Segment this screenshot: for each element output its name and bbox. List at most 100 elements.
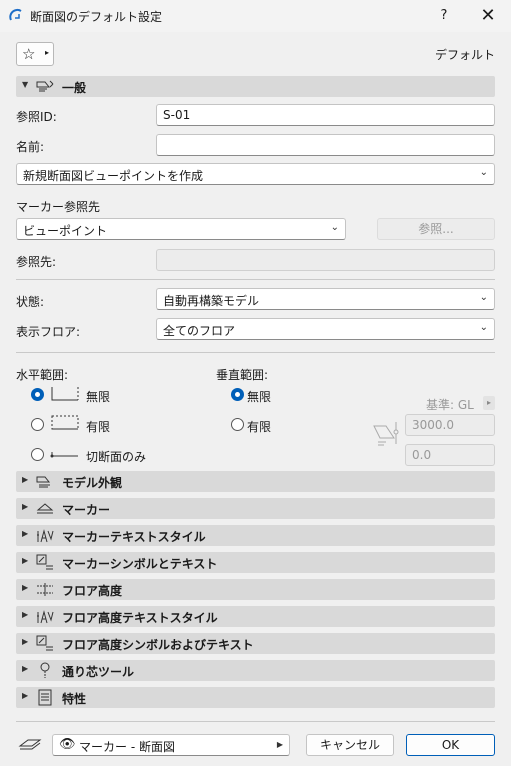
general-settings-icon bbox=[36, 80, 54, 92]
window-title: 断面図のデフォルト設定 bbox=[30, 10, 163, 24]
marker-ref-label: マーカー参照先 bbox=[16, 200, 101, 214]
cancel-button[interactable]: キャンセル bbox=[306, 734, 394, 756]
chevron-right-icon: ▶ bbox=[22, 556, 29, 565]
default-label: デフォルト bbox=[434, 48, 495, 62]
favorites-button[interactable]: ☆ ▸ bbox=[16, 42, 54, 66]
section-header-properties[interactable]: ▶ 特性 bbox=[16, 687, 495, 708]
viewpoint-select[interactable]: 新規断面図ビューポイントを作成 ⌄ bbox=[16, 163, 495, 185]
properties-icon bbox=[38, 689, 52, 706]
panel-label: 特性 bbox=[62, 692, 87, 706]
floor-level-icon bbox=[37, 583, 53, 596]
section-header-floor-level-symbol-text[interactable]: ▶ フロア高度シンボルおよびテキスト bbox=[16, 633, 495, 654]
infinite-range-icon bbox=[51, 387, 79, 401]
marker-ref-select-value: ビューポイント bbox=[23, 224, 108, 238]
limited-range-icon bbox=[51, 415, 79, 430]
section-header-floor-level-text-style[interactable]: ▶ フロア高度テキストスタイル bbox=[16, 606, 495, 627]
star-icon: ☆ bbox=[22, 45, 36, 63]
help-button[interactable]: ? bbox=[430, 4, 458, 28]
chevron-right-icon: ▶ bbox=[22, 475, 29, 484]
section-tool-icon bbox=[9, 8, 22, 21]
chevron-right-icon: ▶ bbox=[22, 664, 29, 673]
status-select-value: 自動再構築モデル bbox=[163, 294, 260, 308]
layer-icon bbox=[18, 739, 42, 750]
ref-id-label: 参照ID: bbox=[16, 110, 57, 124]
layer-select[interactable]: 👁 マーカー - 断面図 ▶ bbox=[52, 734, 290, 756]
chevron-right-icon: ▶ bbox=[22, 529, 29, 538]
vertical-range-label: 垂直範囲: bbox=[216, 368, 269, 382]
name-label: 名前: bbox=[16, 140, 45, 154]
display-floor-label: 表示フロア: bbox=[16, 325, 81, 339]
h-limited-label: 有限 bbox=[86, 420, 111, 434]
base-label: 基準: GL bbox=[426, 398, 474, 412]
section-header-floor-level[interactable]: ▶ フロア高度 bbox=[16, 579, 495, 600]
chevron-down-icon: ⌄ bbox=[479, 292, 488, 303]
section-header-general[interactable]: ▼ 一般 bbox=[16, 76, 495, 97]
ref-to-label: 参照先: bbox=[16, 255, 57, 269]
chevron-down-icon: ⌄ bbox=[479, 167, 488, 178]
horizontal-range-label: 水平範囲: bbox=[16, 368, 69, 382]
divider bbox=[16, 279, 495, 280]
ref-to-field bbox=[156, 249, 495, 271]
section-header-grid-tool[interactable]: ▶ 通り芯ツール bbox=[16, 660, 495, 681]
h-cut-only-radio[interactable] bbox=[31, 448, 44, 461]
chevron-right-icon: ▶ bbox=[22, 502, 29, 511]
title-bar: 断面図のデフォルト設定 ? ✕ bbox=[0, 0, 511, 32]
panel-label: フロア高度シンボルおよびテキスト bbox=[62, 638, 254, 652]
panel-label: モデル外観 bbox=[62, 476, 123, 490]
ok-button[interactable]: OK bbox=[406, 734, 495, 756]
text-style-icon bbox=[37, 529, 54, 543]
chevron-down-icon: ▼ bbox=[22, 80, 29, 89]
section-header-label: 一般 bbox=[62, 81, 87, 95]
panel-label: マーカーシンボルとテキスト bbox=[62, 557, 218, 571]
top-elevation-field: 3000.0 bbox=[405, 414, 495, 436]
chevron-right-icon: ▶ bbox=[22, 583, 29, 592]
section-header-marker[interactable]: ▶ マーカー bbox=[16, 498, 495, 519]
section-header-marker-symbol-text[interactable]: ▶ マーカーシンボルとテキスト bbox=[16, 552, 495, 573]
browse-button[interactable]: 参照... bbox=[377, 218, 495, 240]
viewpoint-select-value: 新規断面図ビューポイントを作成 bbox=[23, 169, 204, 183]
marker-icon bbox=[36, 503, 54, 514]
v-infinite-label: 無限 bbox=[247, 390, 272, 404]
chevron-right-icon: ▶ bbox=[276, 740, 283, 749]
section-header-marker-text-style[interactable]: ▶ マーカーテキストスタイル bbox=[16, 525, 495, 546]
status-label: 状態: bbox=[16, 295, 45, 309]
grid-tool-icon bbox=[40, 662, 50, 678]
model-appearance-icon bbox=[36, 476, 51, 488]
status-select[interactable]: 自動再構築モデル ⌄ bbox=[156, 288, 495, 310]
ref-id-field[interactable]: S-01 bbox=[156, 104, 495, 126]
vertical-range-icon bbox=[373, 422, 399, 446]
panel-label: マーカー bbox=[62, 503, 111, 517]
bottom-elevation-field: 0.0 bbox=[405, 444, 495, 466]
symbol-text-icon bbox=[36, 554, 53, 570]
marker-ref-select[interactable]: ビューポイント ⌄ bbox=[16, 218, 346, 240]
h-infinite-label: 無限 bbox=[86, 390, 111, 404]
chevron-right-icon: ▸ bbox=[45, 48, 50, 57]
panel-label: 通り芯ツール bbox=[62, 665, 135, 679]
v-limited-radio[interactable] bbox=[231, 418, 244, 431]
name-field[interactable] bbox=[156, 134, 495, 156]
chevron-right-icon: ▶ bbox=[22, 691, 29, 700]
chevron-right-icon: ▶ bbox=[22, 610, 29, 619]
chevron-right-icon: ▶ bbox=[22, 637, 29, 646]
chevron-down-icon: ⌄ bbox=[479, 322, 488, 333]
display-floor-select-value: 全てのフロア bbox=[163, 324, 236, 338]
panel-label: マーカーテキストスタイル bbox=[62, 530, 206, 544]
v-limited-label: 有限 bbox=[247, 420, 272, 434]
cut-plane-icon bbox=[50, 452, 78, 458]
layer-select-value: マーカー - 断面図 bbox=[79, 740, 175, 754]
text-style-icon bbox=[37, 610, 54, 624]
chevron-right-icon[interactable]: ▸ bbox=[483, 396, 495, 410]
h-infinite-radio[interactable] bbox=[31, 388, 44, 401]
eye-icon: 👁 bbox=[59, 737, 76, 752]
h-cut-only-label: 切断面のみ bbox=[86, 450, 147, 464]
h-limited-radio[interactable] bbox=[31, 418, 44, 431]
v-infinite-radio[interactable] bbox=[231, 388, 244, 401]
divider bbox=[16, 352, 495, 353]
panel-label: フロア高度 bbox=[62, 584, 123, 598]
section-header-model-appearance[interactable]: ▶ モデル外観 bbox=[16, 471, 495, 492]
chevron-down-icon: ⌄ bbox=[330, 222, 339, 233]
divider bbox=[16, 721, 495, 722]
close-button[interactable]: ✕ bbox=[474, 4, 502, 28]
panel-label: フロア高度テキストスタイル bbox=[62, 611, 218, 625]
display-floor-select[interactable]: 全てのフロア ⌄ bbox=[156, 318, 495, 340]
